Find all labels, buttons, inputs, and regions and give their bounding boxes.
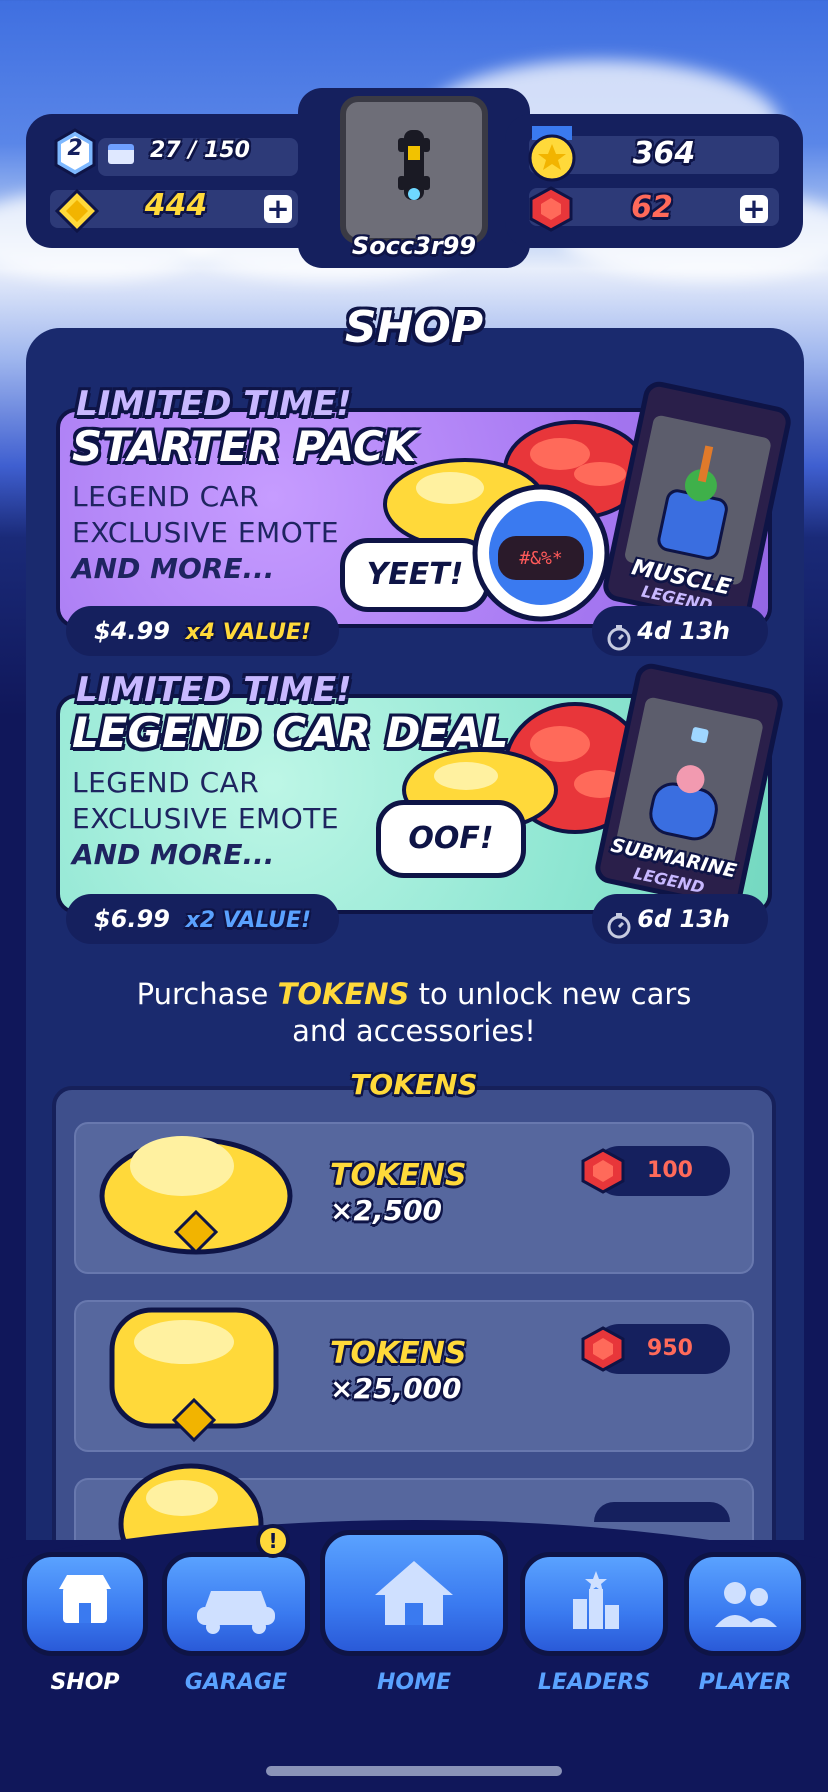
stopwatch-icon	[606, 618, 632, 651]
deal-line: LEGEND CAR	[72, 766, 260, 799]
token-pile-icon	[104, 1288, 284, 1448]
deal-title: STARTER PACK	[72, 422, 417, 471]
emote-text: YEET!	[366, 557, 464, 592]
gem-pill-partial	[594, 1502, 730, 1522]
purchase-prefix: Purchase	[136, 977, 278, 1011]
purchase-info-line2: and accessories!	[292, 1014, 536, 1048]
gem-icon	[580, 1326, 626, 1372]
token-pile-icon	[96, 1100, 296, 1260]
gem-icon	[580, 1148, 626, 1194]
deal-price-pill[interactable]: $4.99 x4 VALUE!	[66, 606, 340, 656]
shop-title: SHOP	[344, 302, 484, 353]
nav-garage-label: GARAGE	[184, 1670, 288, 1695]
deal-line: LEGEND CAR	[72, 480, 260, 513]
gems-count: 62	[631, 190, 673, 225]
players-icon	[715, 1582, 777, 1627]
house-icon	[375, 1561, 453, 1625]
nav-player-label: PLAYER	[698, 1670, 792, 1695]
token-offer-label: TOKENS	[330, 1158, 467, 1193]
deal-timer: 6d 13h	[637, 905, 730, 933]
store-icon	[59, 1575, 111, 1623]
xp-icon	[108, 144, 134, 164]
purchase-info: Purchase TOKENS to unlock new cars	[0, 975, 828, 1013]
nav-garage[interactable]	[162, 1552, 310, 1656]
deal-timer-pill: 4d 13h	[592, 606, 768, 656]
deal-price-pill[interactable]: $6.99 x2 VALUE!	[66, 894, 340, 944]
deal-price: $6.99	[94, 905, 170, 933]
helmet-text: #&%*	[519, 548, 563, 569]
home-indicator[interactable]	[266, 1766, 562, 1776]
nav-leaders[interactable]	[520, 1552, 668, 1656]
token-offer-amount: ×25,000	[330, 1372, 462, 1405]
deal-value: x4 VALUE!	[185, 620, 312, 645]
add-tokens-button[interactable]: +	[264, 195, 292, 223]
helmet-icon: #&%*	[470, 482, 612, 624]
purchase-highlight: TOKENS	[277, 977, 410, 1011]
deal-more: AND MORE...	[72, 838, 275, 871]
deal-more: AND MORE...	[72, 552, 275, 585]
level-number: 2	[67, 136, 83, 161]
nav-shop[interactable]	[22, 1552, 148, 1656]
nav-shop-label: SHOP	[50, 1670, 120, 1695]
star-medal-icon	[526, 126, 578, 182]
add-gems-button[interactable]: +	[740, 195, 768, 223]
purchase-suffix: to unlock new cars	[409, 977, 692, 1011]
player-username: Socc3r99	[351, 232, 477, 260]
tokens-count: 444	[144, 188, 208, 223]
deal-title: LEGEND CAR DEAL	[72, 708, 509, 757]
nav-player[interactable]	[684, 1552, 806, 1656]
deal-timer-pill: 6d 13h	[592, 894, 768, 944]
avatar[interactable]	[340, 96, 488, 244]
deal-limited-label: LIMITED TIME!	[76, 384, 352, 424]
gem-icon	[528, 186, 574, 232]
nav-home[interactable]	[320, 1530, 508, 1656]
nav-leaders-label: LEADERS	[537, 1670, 651, 1695]
tokens-header: TOKENS	[350, 1068, 478, 1101]
garage-alert-text: !	[268, 1529, 278, 1553]
deal-line: EXCLUSIVE EMOTE	[72, 516, 340, 549]
token-offer-label: TOKENS	[330, 1336, 467, 1371]
xp-progress: 27 / 150	[150, 138, 250, 163]
emote-bubble: YEET!	[340, 538, 490, 612]
deal-price: $4.99	[94, 617, 170, 645]
garage-alert-badge: !	[256, 1524, 290, 1558]
leaderboard-icon	[573, 1571, 619, 1629]
stars-count: 364	[632, 136, 696, 171]
token-icon	[54, 188, 100, 234]
token-offer-amount: ×2,500	[330, 1194, 443, 1227]
level-badge: 2	[50, 128, 100, 178]
emote-text: OOF!	[408, 821, 494, 856]
car-icon	[197, 1591, 275, 1634]
deal-limited-label: LIMITED TIME!	[76, 670, 352, 710]
stopwatch-icon	[606, 906, 632, 939]
player-car-icon	[398, 130, 430, 200]
deal-timer: 4d 13h	[637, 617, 730, 645]
emote-bubble: OOF!	[376, 800, 526, 878]
deal-value: x2 VALUE!	[185, 908, 312, 933]
deal-line: EXCLUSIVE EMOTE	[72, 802, 340, 835]
nav-home-label: HOME	[376, 1670, 452, 1695]
